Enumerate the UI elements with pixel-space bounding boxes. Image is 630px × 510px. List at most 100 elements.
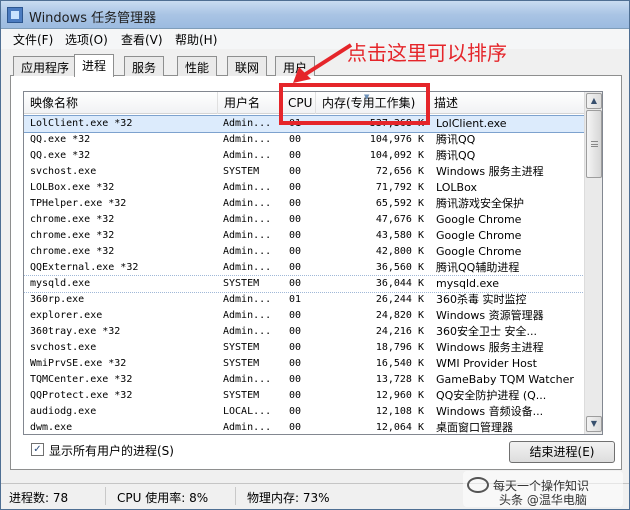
process-row[interactable]: mysqld.exe SYSTEM 00 36,044 K mysqld.exe: [24, 275, 585, 293]
title-bar[interactable]: Windows 任务管理器: [1, 1, 629, 29]
watermark: 每天一个操作知识 头条 @温华电脑: [463, 471, 623, 507]
process-row[interactable]: svchost.exe SYSTEM 00 72,656 K Windows 服务主进程: [24, 164, 584, 180]
process-row[interactable]: svchost.exe SYSTEM 00 18,796 K Windows 服务主进程: [24, 340, 584, 356]
tab-performance[interactable]: 性能: [177, 56, 218, 76]
process-description: LolClient.exe: [436, 117, 507, 130]
process-image-name: svchost.exe: [30, 342, 97, 353]
process-row[interactable]: 360rp.exe Admin... 01 26,244 K 360杀毒 实时监控: [24, 292, 584, 308]
process-user-name: Admin...: [223, 214, 272, 225]
process-cpu: 00: [289, 326, 302, 337]
process-description: GameBaby TQM Watcher: [436, 373, 574, 386]
process-memory: 43,580 K: [375, 230, 424, 241]
status-physical-memory: 物理内存: 73%: [247, 491, 330, 505]
column-header-description[interactable]: 描述: [428, 92, 584, 114]
show-all-users-label[interactable]: 显示所有用户的进程(S): [49, 442, 174, 459]
process-cpu: 00: [289, 214, 302, 225]
process-cpu: 00: [289, 166, 302, 177]
scrollbar-grip-icon: [591, 141, 598, 147]
process-description: LOLBox: [436, 181, 477, 194]
process-row[interactable]: TPHelper.exe *32 Admin... 00 65,592 K 腾讯游戏安全…: [24, 196, 584, 212]
process-image-name: chrome.exe *32: [30, 214, 115, 225]
process-row[interactable]: QQ.exe *32 Admin... 00 104,092 K 腾讯QQ: [24, 148, 584, 164]
process-list[interactable]: 映像名称 用户名 CPU 内存(专用工作集) ▼ 描述 LolClient.ex…: [23, 91, 603, 435]
scrollbar-thumb[interactable]: [586, 110, 602, 178]
process-image-name: 360rp.exe: [30, 294, 85, 305]
process-row[interactable]: audiodg.exe LOCAL... 00 12,108 K Windows 音频设…: [24, 404, 584, 420]
process-image-name: TPHelper.exe *32: [30, 198, 127, 209]
process-user-name: Admin...: [223, 246, 272, 257]
process-cpu: 00: [289, 342, 302, 353]
process-memory: 24,216 K: [375, 326, 424, 337]
annotation-highlight-box: [279, 83, 430, 125]
process-memory: 18,796 K: [375, 342, 424, 353]
scroll-down-button[interactable]: ▼: [586, 416, 602, 432]
process-description: QQ安全防护进程 (Q...: [436, 389, 547, 402]
menu-file[interactable]: 文件(F): [13, 31, 53, 48]
process-image-name: svchost.exe: [30, 166, 97, 177]
process-memory: 42,800 K: [375, 246, 424, 257]
process-row[interactable]: WmiPrvSE.exe *32 SYSTEM 00 16,540 K WMI Prov…: [24, 356, 584, 372]
column-header-user-name[interactable]: 用户名: [218, 92, 282, 114]
process-user-name: Admin...: [223, 326, 272, 337]
process-memory: 65,592 K: [375, 198, 424, 209]
process-memory: 12,108 K: [375, 406, 424, 417]
process-description: Windows 服务主进程: [436, 165, 544, 178]
process-description: Google Chrome: [436, 229, 522, 242]
process-memory: 12,960 K: [375, 390, 424, 401]
tab-processes[interactable]: 进程: [74, 54, 115, 77]
process-row[interactable]: chrome.exe *32 Admin... 00 43,580 K Google C…: [24, 228, 584, 244]
process-row[interactable]: dwm.exe Admin... 00 12,064 K 桌面窗口管理器: [24, 420, 584, 434]
process-cpu: 00: [289, 278, 302, 289]
process-image-name: LOLBox.exe *32: [30, 182, 115, 193]
column-header-image-name[interactable]: 映像名称: [24, 92, 218, 114]
process-cpu: 00: [289, 406, 302, 417]
process-memory: 24,820 K: [375, 310, 424, 321]
watermark-line-2: 头条 @温华电脑: [499, 493, 587, 507]
status-divider: [105, 487, 106, 505]
process-user-name: SYSTEM: [223, 166, 260, 177]
process-user-name: Admin...: [223, 374, 272, 385]
process-cpu: 01: [289, 294, 302, 305]
window-title: Windows 任务管理器: [29, 11, 157, 26]
process-image-name: QQ.exe *32: [30, 134, 91, 145]
process-description: 腾讯QQ: [436, 149, 476, 162]
process-cpu: 00: [289, 262, 302, 273]
process-description: 360安全卫士 安全...: [436, 325, 537, 338]
process-memory: 36,044 K: [375, 278, 424, 289]
process-user-name: Admin...: [223, 422, 272, 433]
process-image-name: QQExternal.exe *32: [30, 262, 139, 273]
process-description: 桌面窗口管理器: [436, 421, 513, 434]
process-description: Windows 音频设备...: [436, 405, 544, 418]
tab-services[interactable]: 服务: [124, 56, 165, 76]
process-row[interactable]: 360tray.exe *32 Admin... 00 24,216 K 360安全卫士…: [24, 324, 584, 340]
status-cpu-usage: CPU 使用率: 8%: [117, 491, 209, 505]
scroll-up-button[interactable]: ▲: [586, 93, 602, 109]
process-row[interactable]: chrome.exe *32 Admin... 00 42,800 K Google C…: [24, 244, 584, 260]
vertical-scrollbar[interactable]: ▲ ▼: [584, 92, 602, 434]
tab-applications[interactable]: 应用程序: [13, 56, 78, 76]
process-cpu: 00: [289, 358, 302, 369]
tab-networking[interactable]: 联网: [227, 56, 268, 76]
process-row[interactable]: QQExternal.exe *32 Admin... 00 36,560 K 腾讯QQ…: [24, 260, 584, 276]
process-user-name: LOCAL...: [223, 406, 272, 417]
process-cpu: 00: [289, 134, 302, 145]
process-memory: 13,728 K: [375, 374, 424, 385]
task-manager-icon: [7, 7, 23, 23]
end-process-button[interactable]: 结束进程(E): [509, 441, 615, 463]
process-description: Google Chrome: [436, 245, 522, 258]
process-memory: 71,792 K: [375, 182, 424, 193]
process-row[interactable]: explorer.exe Admin... 00 24,820 K Windows 资源…: [24, 308, 584, 324]
show-all-users-checkbox[interactable]: ✓: [31, 443, 44, 456]
process-row[interactable]: QQProtect.exe *32 SYSTEM 00 12,960 K QQ安全防护进…: [24, 388, 584, 404]
process-row[interactable]: LOLBox.exe *32 Admin... 00 71,792 K LOLBox: [24, 180, 584, 196]
process-image-name: audiodg.exe: [30, 406, 97, 417]
process-image-name: 360tray.exe *32: [30, 326, 121, 337]
process-row[interactable]: QQ.exe *32 Admin... 00 104,976 K 腾讯QQ: [24, 132, 584, 148]
process-description: 腾讯游戏安全保护: [436, 197, 524, 210]
menu-options[interactable]: 选项(O): [65, 31, 108, 48]
process-row[interactable]: TQMCenter.exe *32 Admin... 00 13,728 K GameB…: [24, 372, 584, 388]
process-user-name: Admin...: [223, 230, 272, 241]
menu-view[interactable]: 查看(V): [121, 31, 163, 48]
process-row[interactable]: chrome.exe *32 Admin... 00 47,676 K Google C…: [24, 212, 584, 228]
menu-help[interactable]: 帮助(H): [175, 31, 217, 48]
